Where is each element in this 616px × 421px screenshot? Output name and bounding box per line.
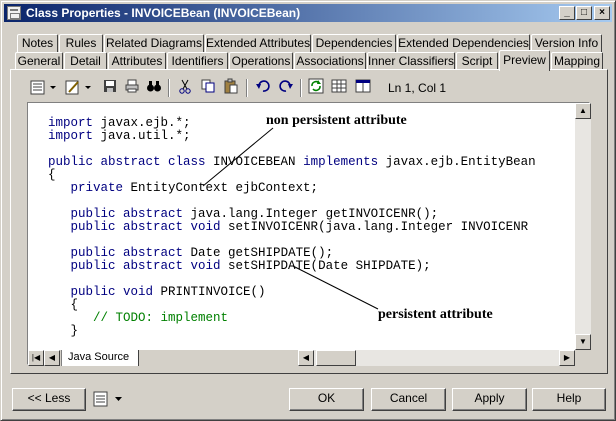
- scroll-left-button[interactable]: ◀: [298, 350, 314, 366]
- clipboard-icon: [224, 78, 238, 94]
- java-source-tab[interactable]: Java Source: [61, 350, 139, 366]
- maximize-button[interactable]: □: [576, 6, 592, 20]
- copy-icon: [201, 79, 215, 93]
- tab-general[interactable]: General: [15, 52, 63, 70]
- tab-identifiers[interactable]: Identifiers: [167, 52, 228, 70]
- class-properties-window: Class Properties - INVOICEBean (INVOICEB…: [0, 0, 616, 421]
- undo-icon: [256, 80, 270, 92]
- undo-button[interactable]: [253, 78, 273, 98]
- scissors-icon: [179, 79, 191, 94]
- copy-button[interactable]: [198, 78, 218, 98]
- list-icon: [93, 391, 122, 407]
- table-button[interactable]: [329, 78, 349, 98]
- scroll-right-button[interactable]: ▶: [559, 350, 575, 366]
- tab-attributes[interactable]: Attributes: [108, 52, 166, 70]
- tab-row-2: General Detail Attributes Identifiers Op…: [1, 50, 616, 71]
- window-icon: [355, 79, 371, 93]
- binoculars-icon: [147, 81, 161, 92]
- redo-icon: [279, 80, 293, 92]
- toolbar-separator: [246, 79, 248, 97]
- toolbar-separator: [168, 79, 170, 97]
- tab-related-diagrams[interactable]: Related Diagrams: [104, 34, 204, 52]
- tab-rules[interactable]: Rules: [59, 34, 103, 52]
- list-icon: [30, 80, 56, 95]
- window-title: Class Properties - INVOICEBean (INVOICEB…: [26, 6, 301, 20]
- persistent-attribute-callout: persistent attribute: [378, 307, 493, 322]
- first-tab-button[interactable]: |◀: [28, 350, 44, 366]
- redo-button[interactable]: [276, 78, 296, 98]
- paste-button[interactable]: [221, 78, 241, 98]
- tab-preview[interactable]: Preview: [499, 50, 550, 71]
- scroll-up-button[interactable]: ▲: [575, 103, 591, 119]
- size-grip: [575, 350, 591, 366]
- toolbar-separator: [300, 79, 302, 97]
- title-bar[interactable]: Class Properties - INVOICEBean (INVOICEB…: [4, 4, 612, 22]
- tab-notes[interactable]: Notes: [17, 34, 58, 52]
- close-button[interactable]: ×: [594, 6, 610, 20]
- prev-tab-button[interactable]: ◀: [44, 350, 60, 366]
- help-button[interactable]: Help: [532, 388, 606, 411]
- less-button[interactable]: << Less: [12, 388, 86, 411]
- split-view-button[interactable]: [353, 78, 373, 98]
- horizontal-scrollbar[interactable]: ◀ ▶: [298, 350, 575, 366]
- save-button[interactable]: [100, 78, 120, 98]
- edit-menu-button[interactable]: [63, 78, 95, 98]
- java-source-tab-label: Java Source: [68, 351, 130, 363]
- tab-mapping[interactable]: Mapping: [551, 52, 603, 70]
- print-button[interactable]: [122, 78, 142, 98]
- minimize-button[interactable]: _: [559, 6, 575, 20]
- tab-inner-classifiers[interactable]: Inner Classifiers: [367, 52, 455, 70]
- printer-icon: [125, 79, 139, 93]
- grid-icon: [331, 79, 347, 93]
- cancel-button[interactable]: Cancel: [371, 388, 446, 411]
- toolbar-menu-button[interactable]: [91, 390, 127, 410]
- annotation-lines: [202, 127, 379, 310]
- ok-button[interactable]: OK: [289, 388, 364, 411]
- scroll-down-button[interactable]: ▼: [575, 334, 591, 350]
- edit-icon: [65, 80, 91, 95]
- tab-operations[interactable]: Operations: [229, 52, 293, 70]
- tab-dependencies[interactable]: Dependencies: [312, 34, 396, 52]
- class-icon: [7, 6, 21, 20]
- cut-button[interactable]: [175, 78, 195, 98]
- tab-associations[interactable]: Associations: [294, 52, 366, 70]
- find-button[interactable]: [144, 78, 164, 98]
- properties-menu-button[interactable]: [28, 78, 60, 98]
- editor-bottom-bar: |◀ ◀ Java Source ◀ ▶: [28, 350, 591, 366]
- non-persistent-attribute-callout: non persistent attribute: [266, 113, 407, 128]
- cursor-position: Ln 1, Col 1: [388, 81, 447, 95]
- tab-extended-attributes[interactable]: Extended Attributes: [205, 34, 311, 52]
- refresh-button[interactable]: [306, 78, 326, 98]
- horizontal-scroll-thumb[interactable]: [316, 350, 356, 366]
- save-icon: [104, 80, 116, 92]
- tab-script[interactable]: Script: [456, 52, 498, 70]
- code-editor[interactable]: import javax.ejb.*; import java.util.*; pu…: [27, 102, 591, 366]
- refresh-icon: [308, 78, 324, 94]
- tab-detail[interactable]: Detail: [64, 52, 107, 70]
- apply-button[interactable]: Apply: [452, 388, 527, 411]
- vertical-scrollbar[interactable]: ▲ ▼: [575, 103, 591, 350]
